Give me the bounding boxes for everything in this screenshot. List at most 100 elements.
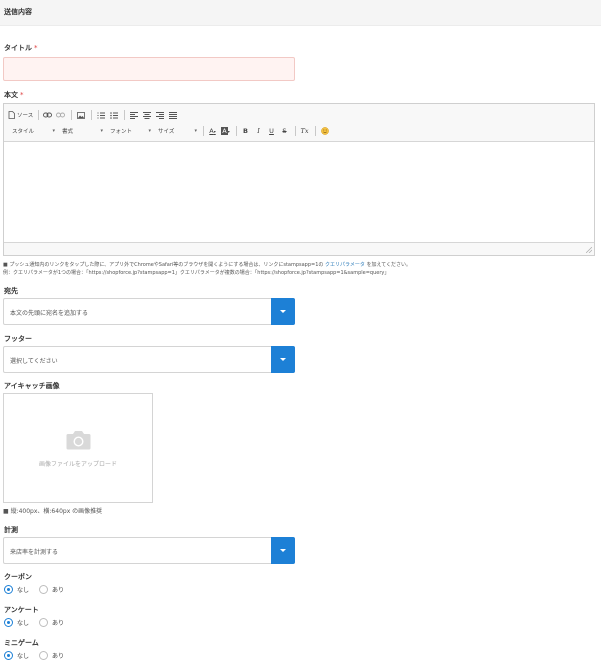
footer-label: フッター xyxy=(4,335,32,343)
chevron-down-icon[interactable] xyxy=(271,298,295,325)
editor-toolbar: ソース スタイル ▾ 書式 ▾ フォント ▾ サイズ ▾ A ▾ A ▾ B I… xyxy=(4,104,594,142)
toolbar-row-1: ソース xyxy=(8,108,180,122)
section-header: 送信内容 xyxy=(0,0,601,26)
eyecatch-label: アイキャッチ画像 xyxy=(4,382,60,390)
toolbar-separator xyxy=(295,126,296,136)
toolbar-separator xyxy=(236,126,237,136)
destination-select-value: 本文の先頭に宛名を追加する xyxy=(10,310,89,317)
measurement-select[interactable]: 来店率を計測する xyxy=(3,537,295,564)
link-button[interactable] xyxy=(42,109,53,121)
chevron-down-icon: ▾ xyxy=(194,128,197,134)
toolbar-row-2: スタイル ▾ 書式 ▾ フォント ▾ サイズ ▾ A ▾ A ▾ B I U S Tx xyxy=(8,124,332,138)
emoji-button[interactable] xyxy=(319,125,330,137)
editor-content-area[interactable] xyxy=(4,142,594,243)
editor-statusbar xyxy=(4,242,594,255)
minigame-label: ミニゲーム xyxy=(4,639,39,647)
align-right-button[interactable] xyxy=(154,109,165,121)
bullet-list-button[interactable] xyxy=(108,109,119,121)
measurement-select-value: 来店率を計測する xyxy=(10,549,59,556)
footer-select-value: 選択してください xyxy=(10,358,58,365)
align-center-button[interactable] xyxy=(141,109,152,121)
size-dropdown[interactable]: サイズ ▾ xyxy=(154,125,200,137)
italic-button[interactable]: I xyxy=(253,125,264,137)
image-upload-area[interactable]: 画像ファイルをアップロード xyxy=(3,393,153,503)
chevron-down-icon[interactable] xyxy=(271,346,295,373)
toolbar-separator xyxy=(203,126,204,136)
image-size-hint: ■ 縦:400px、横:640px の画像推奨 xyxy=(3,508,103,515)
title-label-text: タイトル xyxy=(4,44,32,52)
radio-label: なし xyxy=(17,652,30,660)
resize-handle-icon[interactable] xyxy=(586,247,592,253)
smiley-icon xyxy=(320,127,329,135)
minigame-radio-yes[interactable] xyxy=(39,650,49,660)
minigame-radio-none[interactable] xyxy=(4,650,13,660)
underline-button[interactable]: U xyxy=(266,125,277,137)
source-icon xyxy=(8,111,15,119)
measurement-label: 計測 xyxy=(4,526,18,534)
destination-select[interactable]: 本文の先頭に宛名を追加する xyxy=(3,298,295,325)
radio-label: あり xyxy=(52,652,65,660)
unlink-icon xyxy=(56,112,66,118)
size-dropdown-label: サイズ xyxy=(158,129,175,135)
numbered-list-icon xyxy=(97,112,105,118)
coupon-radio-none[interactable] xyxy=(4,584,13,594)
source-label: ソース xyxy=(17,113,34,119)
destination-label: 宛先 xyxy=(4,287,18,295)
note-text: を加えてください。 xyxy=(364,262,412,268)
toolbar-separator xyxy=(315,126,316,136)
strikethrough-button[interactable]: S xyxy=(279,125,290,137)
radio-label: あり xyxy=(52,619,65,627)
style-dropdown[interactable]: スタイル ▾ xyxy=(8,125,58,137)
coupon-radio-group: なし あり xyxy=(4,584,74,594)
bullet-list-icon xyxy=(109,111,118,119)
align-center-icon xyxy=(142,111,151,119)
link-note: ■ プッシュ通知内のリンクをタップした際に、アプリ外でChromeやSafari… xyxy=(3,261,411,268)
radio-label: なし xyxy=(17,586,30,594)
example-note: 例：クエリパラメータが1つの場合：「https://shopforce.jp?s… xyxy=(3,270,390,276)
query-parameter-link[interactable]: クエリパラメータ xyxy=(325,262,365,268)
title-input[interactable] xyxy=(3,57,295,81)
body-label-text: 本文 xyxy=(4,91,18,99)
survey-radio-none[interactable] xyxy=(4,617,13,627)
chevron-down-icon[interactable] xyxy=(271,537,295,564)
unlink-button[interactable] xyxy=(55,109,66,121)
title-label: タイトル * xyxy=(4,43,38,53)
body-label: 本文 * xyxy=(4,90,24,100)
numbered-list-button[interactable] xyxy=(95,109,106,121)
align-left-button[interactable] xyxy=(128,109,139,121)
align-right-icon xyxy=(155,111,164,119)
source-button[interactable]: ソース xyxy=(8,109,33,121)
bg-color-button[interactable]: A ▾ xyxy=(220,125,231,137)
toolbar-separator xyxy=(71,110,73,120)
radio-label: あり xyxy=(52,586,65,594)
style-dropdown-label: スタイル xyxy=(12,129,35,135)
format-dropdown-label: 書式 xyxy=(62,129,74,135)
toolbar-separator xyxy=(91,110,93,120)
required-mark: * xyxy=(20,91,24,99)
image-button[interactable] xyxy=(75,109,86,121)
note-text: ■ プッシュ通知内のリンクをタップした際に、アプリ外でChromeやSafari… xyxy=(3,262,325,268)
format-dropdown[interactable]: 書式 ▾ xyxy=(58,125,106,137)
camera-icon xyxy=(66,431,91,450)
image-icon xyxy=(76,111,85,119)
align-justify-button[interactable] xyxy=(167,109,178,121)
align-left-icon xyxy=(129,111,138,119)
font-dropdown-label: フォント xyxy=(110,129,133,135)
align-justify-icon xyxy=(168,111,177,119)
survey-radio-yes[interactable] xyxy=(39,617,49,627)
footer-select[interactable]: 選択してください xyxy=(3,346,295,373)
toolbar-separator xyxy=(124,110,126,120)
text-color-button[interactable]: A ▾ xyxy=(207,125,218,137)
clear-format-button[interactable]: Tx xyxy=(299,125,310,137)
minigame-radio-group: なし あり xyxy=(4,650,74,660)
bold-button[interactable]: B xyxy=(240,125,251,137)
rich-text-editor: ソース スタイル ▾ 書式 ▾ フォント ▾ サイズ ▾ A ▾ A ▾ B I… xyxy=(3,103,595,256)
upload-text: 画像ファイルをアップロード xyxy=(38,461,117,468)
font-dropdown[interactable]: フォント ▾ xyxy=(106,125,154,137)
link-icon xyxy=(43,112,53,118)
required-mark: * xyxy=(34,44,38,52)
survey-label: アンケート xyxy=(4,606,39,614)
survey-radio-group: なし あり xyxy=(4,617,74,627)
radio-label: なし xyxy=(17,619,30,627)
coupon-radio-yes[interactable] xyxy=(39,584,49,594)
